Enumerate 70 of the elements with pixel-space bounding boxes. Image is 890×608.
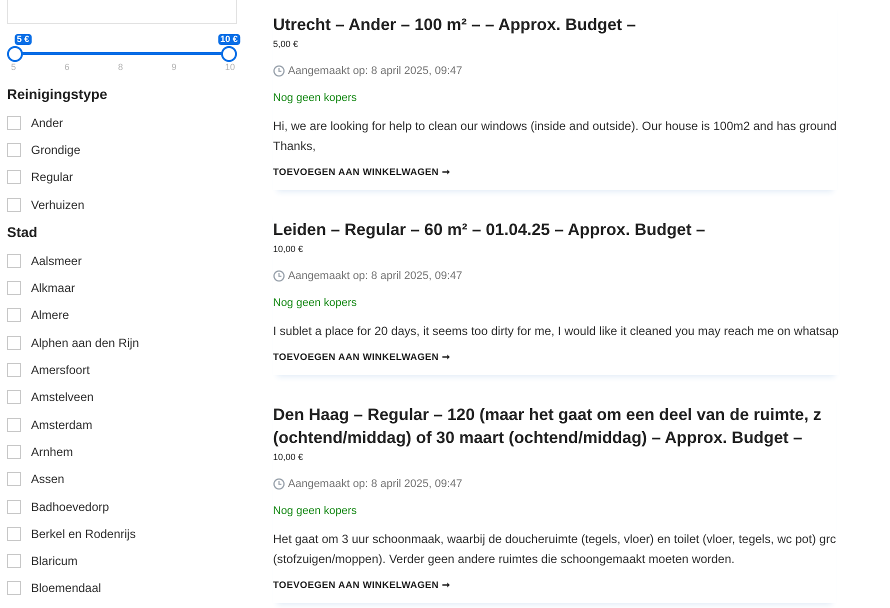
option-label[interactable]: Badhoevedorp (31, 500, 110, 514)
value-tooltip: 10 € (218, 34, 240, 45)
filter-heading: Reinigingstype (7, 86, 108, 102)
checkbox[interactable] (7, 281, 21, 296)
checkbox[interactable] (7, 116, 21, 130)
option-label[interactable]: Alkmaar (31, 281, 76, 296)
checkbox[interactable] (7, 336, 21, 350)
option-label[interactable]: Verhuizen (31, 198, 84, 212)
description-text: Thanks, (273, 138, 317, 155)
checkbox[interactable] (7, 472, 21, 486)
description-text: I sublet a place for 20 days, it seems too dirty for me, I would like it cleaned you may reach me on whatsap (273, 323, 839, 340)
option-label[interactable]: Berkel en Rodenrijs (31, 526, 136, 541)
product-price: 5,00 € (273, 39, 300, 49)
checkbox[interactable] (7, 500, 21, 514)
add-to-cart-link[interactable]: TOEVOEGEN AAN WINKELWAGEN ➞ (273, 351, 450, 363)
product-title[interactable]: Leiden – Regular – 60 m² – 01.04.25 – Approx. Budget – (273, 219, 839, 242)
option-label[interactable]: Blaricum (31, 554, 78, 568)
tick-label: 9 (171, 62, 176, 72)
product-title[interactable]: (ochtend/middag) of 30 maart (ochtend/middag) – Approx. Budget – (273, 427, 836, 450)
tick-label: 10 (224, 62, 235, 72)
product-title[interactable]: Utrecht – Ander – 100 m² – – Approx. Budget – (273, 14, 837, 37)
option-label[interactable]: Bloemendaal (31, 581, 102, 596)
checkbox[interactable] (7, 418, 21, 432)
checkbox[interactable] (7, 142, 21, 157)
slider-track[interactable] (7, 46, 237, 62)
option-label[interactable]: Assen (31, 472, 64, 486)
tick-label: 6 (64, 62, 70, 72)
checkbox[interactable] (7, 390, 21, 404)
add-to-cart-link[interactable]: TOEVOEGEN AAN WINKELWAGEN ➞ (273, 579, 450, 591)
checkbox[interactable] (7, 308, 21, 322)
option-label[interactable]: Regular (31, 170, 74, 184)
option-label[interactable]: Aalsmeer (31, 254, 82, 268)
checkbox[interactable] (7, 363, 21, 378)
created-date: Aangemaakt op: 8 april 2025, 09:47 (288, 270, 462, 282)
product-price: 10,00 € (273, 244, 304, 254)
clock-icon (273, 478, 285, 490)
created-date: Aangemaakt op: 8 april 2025, 09:47 (288, 65, 462, 77)
checkbox[interactable] (7, 526, 21, 541)
buyers-status: Nog geen kopers (273, 297, 358, 309)
tick-label: 8 (118, 62, 123, 72)
filter-heading: Stad (7, 224, 38, 240)
option-label[interactable]: Arnhem (31, 444, 74, 459)
description-text: Hi, we are looking for help to clean our windows (inside and outside). Our house is 100m2 and has ground (273, 118, 837, 135)
checkbox[interactable] (7, 554, 21, 568)
product-price: 10,00 € (273, 452, 304, 462)
option-label[interactable]: Grondige (31, 142, 80, 157)
checkbox[interactable] (7, 581, 21, 596)
option-label[interactable]: Amstelveen (31, 390, 94, 404)
clock-icon (273, 270, 285, 282)
buyers-status: Nog geen kopers (273, 92, 358, 104)
checkbox[interactable] (7, 444, 21, 459)
clock-icon (273, 65, 285, 77)
description-text: Het gaat om 3 uur schoonmaak, waarbij de doucheruimte (tegels, vloer) en toilet (vloer, tegels, wc pot) grc (273, 531, 836, 548)
checkbox[interactable] (7, 170, 21, 184)
description-text: (stofzuigen/moppen). Verder geen andere ruimtes die schoongemaakt moeten worden. (273, 551, 736, 568)
option-label[interactable]: Alphen aan den Rijn (31, 336, 140, 350)
option-label[interactable]: Amersfoort (31, 363, 90, 378)
checkbox[interactable] (7, 198, 21, 212)
checkbox[interactable] (7, 254, 21, 268)
option-label[interactable]: Ander (31, 116, 64, 130)
product-title[interactable]: Den Haag – Regular – 120 (maar het gaat om een deel van de ruimte, z (273, 404, 836, 427)
created-date: Aangemaakt op: 8 april 2025, 09:47 (288, 478, 462, 490)
add-to-cart-link[interactable]: TOEVOEGEN AAN WINKELWAGEN ➞ (273, 166, 450, 178)
slider-thumb[interactable] (221, 46, 237, 62)
option-label[interactable]: Amsterdam (31, 418, 92, 432)
slider-thumb[interactable] (7, 46, 23, 62)
value-tooltip: 5 € (14, 34, 32, 45)
buyers-status: Nog geen kopers (273, 505, 358, 517)
option-label[interactable]: Almere (31, 308, 70, 322)
tick-label: 5 (11, 62, 16, 72)
